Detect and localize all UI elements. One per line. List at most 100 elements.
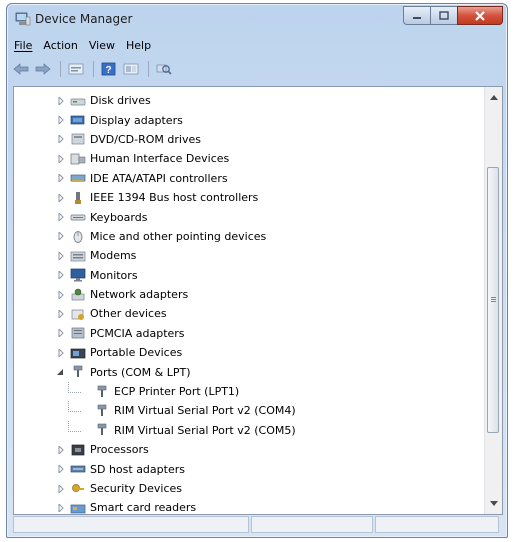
port-icon — [97, 385, 107, 397]
tree-item[interactable]: Disk drives — [14, 91, 484, 110]
dvd-drive-icon — [71, 134, 85, 145]
tree-item-label: Keyboards — [90, 210, 148, 224]
scroll-down-button[interactable] — [485, 495, 502, 512]
tree-item[interactable]: Ports (COM & LPT) — [14, 362, 484, 381]
tree-item-label: RIM Virtual Serial Port v2 (COM5) — [114, 423, 296, 437]
device-tree-items: Disk drives Display adapters DVD/CD-ROM dr… — [14, 91, 484, 515]
expand-arrow-icon[interactable] — [56, 154, 65, 163]
tree-item-label: SD host adapters — [90, 462, 185, 476]
toolbar-separator — [93, 61, 94, 77]
tree-item-label: Portable Devices — [90, 346, 183, 360]
tree-item[interactable]: RIM Virtual Serial Port v2 (COM4) — [14, 401, 484, 420]
tree-item-label: Modems — [90, 249, 137, 263]
tree-item-label: PCMCIA adapters — [90, 326, 185, 340]
tree-item[interactable]: DVD/CD-ROM drives — [14, 130, 484, 149]
menu-file[interactable]: File — [11, 39, 40, 52]
expand-arrow-icon[interactable] — [56, 484, 65, 493]
status-pane — [251, 516, 373, 533]
svg-text:?: ? — [105, 65, 111, 76]
tree-item[interactable]: Modems — [14, 246, 484, 265]
tree-item-label: DVD/CD-ROM drives — [90, 132, 201, 146]
expand-arrow-icon[interactable] — [56, 193, 65, 202]
expand-arrow-icon[interactable] — [56, 309, 65, 318]
tree-item[interactable]: IEEE 1394 Bus host controllers — [14, 188, 484, 207]
window-title: Device Manager — [35, 12, 133, 26]
tree-item-label: Processors — [90, 443, 149, 457]
scroll-up-button[interactable] — [485, 89, 502, 106]
tree-item-label: Security Devices — [90, 482, 183, 495]
tree-item[interactable]: IDE ATA/ATAPI controllers — [14, 169, 484, 188]
forward-arrow-icon — [35, 63, 51, 75]
tree-item[interactable]: Network adapters — [14, 285, 484, 304]
tree-item[interactable]: PCMCIA adapters — [14, 324, 484, 343]
show-hidden-icon — [123, 63, 139, 75]
expand-arrow-icon[interactable] — [56, 135, 65, 144]
expand-arrow-icon[interactable] — [56, 116, 65, 125]
expand-arrow-icon[interactable] — [56, 251, 65, 260]
tree-item[interactable]: Portable Devices — [14, 343, 484, 362]
tree-item[interactable]: Monitors — [14, 266, 484, 285]
menu-view[interactable]: View — [86, 39, 123, 52]
tree-item[interactable]: Security Devices — [14, 479, 484, 498]
mouse-icon — [73, 231, 83, 244]
tree-item[interactable]: SD host adapters — [14, 459, 484, 478]
tree-connector — [68, 420, 81, 432]
expand-arrow-icon[interactable] — [56, 174, 65, 183]
expand-arrow-icon[interactable] — [56, 271, 65, 280]
maximize-button[interactable] — [430, 6, 457, 25]
back-button[interactable] — [11, 60, 31, 78]
forward-button[interactable] — [33, 60, 53, 78]
tree-item[interactable]: Processors — [14, 440, 484, 459]
thumb-grip — [491, 297, 496, 298]
expand-arrow-icon[interactable] — [56, 348, 65, 357]
properties-button[interactable] — [66, 60, 86, 78]
portable-device-icon — [70, 348, 86, 359]
show-hidden-button[interactable] — [121, 60, 141, 78]
tree-item-label: Smart card readers — [90, 501, 197, 515]
caption-buttons — [403, 6, 503, 26]
collapse-arrow-icon[interactable] — [56, 368, 65, 377]
tree-item[interactable]: RIM Virtual Serial Port v2 (COM5) — [14, 420, 484, 440]
expand-arrow-icon[interactable] — [56, 503, 65, 512]
expand-arrow-icon[interactable] — [56, 329, 65, 338]
tree-item[interactable]: Smart card readers — [14, 498, 484, 515]
port-icon — [97, 424, 107, 436]
title-bar[interactable]: Device Manager — [7, 4, 507, 34]
tree-item[interactable]: Other devices — [14, 304, 484, 323]
minimize-button[interactable] — [403, 6, 430, 25]
tree-item[interactable]: ECP Printer Port (LPT1) — [14, 381, 484, 401]
expand-arrow-icon[interactable] — [56, 445, 65, 454]
security-device-icon — [72, 483, 84, 492]
scrollbar-thumb[interactable] — [487, 167, 499, 433]
device-tree[interactable]: Disk drives Display adapters DVD/CD-ROM dr… — [13, 86, 503, 515]
expand-arrow-icon[interactable] — [56, 290, 65, 299]
keyboard-icon — [70, 214, 86, 221]
device-manager-icon — [15, 12, 31, 26]
monitor-icon — [70, 268, 86, 282]
expand-arrow-icon[interactable] — [56, 96, 65, 105]
tree-item-label: Ports (COM & LPT) — [90, 365, 191, 379]
port-icon — [97, 404, 107, 416]
help-button[interactable]: ? — [99, 60, 119, 78]
status-pane — [374, 516, 499, 533]
expand-arrow-icon[interactable] — [56, 465, 65, 474]
status-pane — [13, 516, 250, 533]
close-icon — [475, 10, 485, 21]
menu-help[interactable]: Help — [123, 39, 159, 52]
expand-arrow-icon[interactable] — [56, 232, 65, 241]
expand-arrow-icon[interactable] — [56, 213, 65, 222]
thumb-grip — [491, 301, 496, 302]
menu-action[interactable]: Action — [40, 39, 85, 52]
tree-item[interactable]: Display adapters — [14, 110, 484, 129]
tree-item[interactable]: Keyboards — [14, 207, 484, 226]
scan-hardware-button[interactable] — [154, 60, 174, 78]
status-bar — [13, 516, 501, 535]
hid-icon — [70, 153, 86, 165]
vertical-scrollbar[interactable] — [484, 87, 502, 514]
display-adapter-icon — [70, 115, 85, 125]
help-icon: ? — [101, 62, 116, 76]
toolbar-separator — [60, 61, 61, 77]
tree-item[interactable]: Mice and other pointing devices — [14, 227, 484, 246]
tree-item[interactable]: Human Interface Devices — [14, 149, 484, 168]
close-button[interactable] — [457, 6, 503, 25]
